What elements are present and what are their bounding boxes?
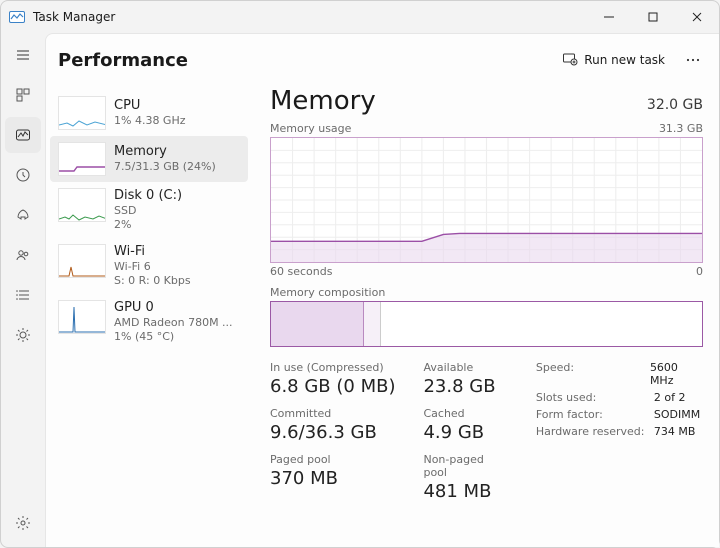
stat-available: Available23.8 GB <box>423 361 507 397</box>
cpu-thumb <box>58 96 106 130</box>
nav-hamburger-button[interactable] <box>5 37 41 73</box>
nav-performance-button[interactable] <box>5 117 41 153</box>
run-new-task-button[interactable]: Run new task <box>554 47 673 74</box>
nav-processes-button[interactable] <box>5 77 41 113</box>
memory-stats: In use (Compressed)6.8 GB (0 MB) Committ… <box>270 361 703 502</box>
app-icon <box>9 9 25 25</box>
page-header: Performance Run new task <box>46 34 719 86</box>
perf-sidebar: CPU1% 4.38 GHz Memory7.5/31.3 GB (24%) D… <box>46 86 254 547</box>
nav-details-button[interactable] <box>5 277 41 313</box>
page-title: Performance <box>58 50 188 71</box>
sidebar-item-label: Memory <box>114 144 240 160</box>
chart-label-left: Memory usage <box>270 122 351 135</box>
window-controls <box>587 1 719 33</box>
sidebar-item-memory[interactable]: Memory7.5/31.3 GB (24%) <box>50 136 248 182</box>
sidebar-item-cpu[interactable]: CPU1% 4.38 GHz <box>50 90 248 136</box>
sidebar-item-label: Disk 0 (C:) <box>114 188 240 204</box>
stat-paged: Paged pool370 MB <box>270 453 395 489</box>
sidebar-item-wifi[interactable]: Wi-FiWi-Fi 6S: 0 R: 0 Kbps <box>50 238 248 294</box>
stat-in-use: In use (Compressed)6.8 GB (0 MB) <box>270 361 395 397</box>
sidebar-item-label: GPU 0 <box>114 300 240 316</box>
memory-specs: Speed:5600 MHz Slots used:2 of 2 Form fa… <box>536 361 703 502</box>
sidebar-item-label: Wi-Fi <box>114 244 240 260</box>
stat-cached: Cached4.9 GB <box>423 407 507 443</box>
close-button[interactable] <box>675 1 719 33</box>
nav-history-button[interactable] <box>5 157 41 193</box>
disk-thumb <box>58 188 106 222</box>
nav-users-button[interactable] <box>5 237 41 273</box>
chart-label-right: 31.3 GB <box>659 122 703 135</box>
detail-title: Memory <box>270 86 376 116</box>
titlebar[interactable]: Task Manager <box>1 1 719 33</box>
nav-startup-button[interactable] <box>5 197 41 233</box>
run-new-task-icon <box>562 51 578 70</box>
nav-settings-button[interactable] <box>5 505 41 541</box>
composition-label: Memory composition <box>270 286 703 299</box>
sidebar-item-label: CPU <box>114 98 240 114</box>
sidebar-item-gpu[interactable]: GPU 0AMD Radeon 780M ...1% (45 °C) <box>50 294 248 350</box>
memory-detail: Memory 32.0 GB Memory usage 31.3 GB <box>254 86 719 547</box>
stat-nonpaged: Non-paged pool481 MB <box>423 453 507 502</box>
more-button[interactable] <box>679 46 707 74</box>
gpu-thumb <box>58 300 106 334</box>
memory-composition-chart <box>270 301 703 347</box>
memory-thumb <box>58 142 106 176</box>
window-title: Task Manager <box>33 10 115 24</box>
wifi-thumb <box>58 244 106 278</box>
maximize-button[interactable] <box>631 1 675 33</box>
memory-usage-chart <box>270 137 703 263</box>
run-new-task-label: Run new task <box>584 53 665 67</box>
memory-capacity: 32.0 GB <box>647 97 703 113</box>
stat-committed: Committed9.6/36.3 GB <box>270 407 395 443</box>
minimize-button[interactable] <box>587 1 631 33</box>
chart-time-right: 0 <box>696 265 703 278</box>
sidebar-item-disk[interactable]: Disk 0 (C:)SSD2% <box>50 182 248 238</box>
chart-time-left: 60 seconds <box>270 265 332 278</box>
nav-services-button[interactable] <box>5 317 41 353</box>
task-manager-window: Task Manager Performance <box>0 0 720 548</box>
nav-rail <box>1 33 45 547</box>
